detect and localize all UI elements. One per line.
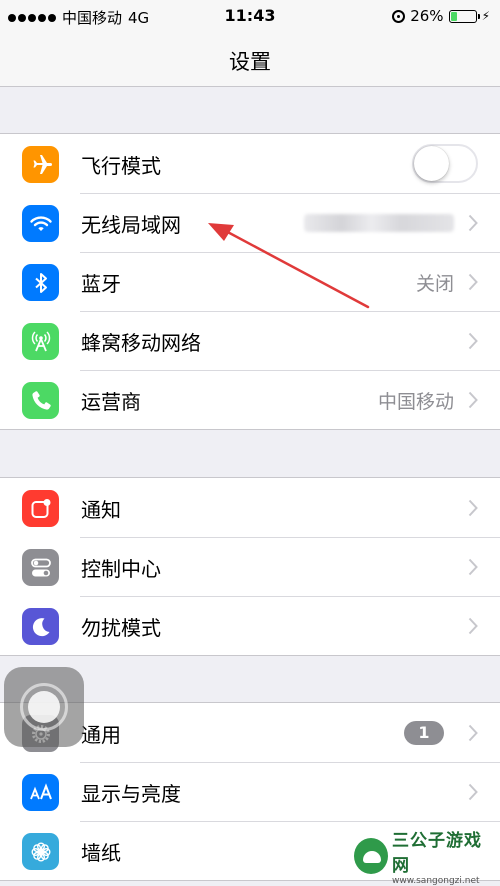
settings-row-label: 蜂窝移动网络	[81, 331, 201, 355]
toggle-knob	[414, 146, 449, 181]
site-watermark: 三公子游戏网 www.sangongzi.net	[354, 831, 494, 886]
chevron-right-icon	[468, 617, 478, 635]
settings-row-do-not-disturb[interactable]: 勿扰模式	[0, 596, 500, 655]
airplane-icon	[22, 146, 59, 183]
chevron-right-icon	[468, 783, 478, 801]
bluetooth-status-value: 关闭	[415, 273, 454, 295]
battery-level	[450, 11, 457, 21]
wallpaper-flower-icon	[22, 833, 59, 870]
chevron-right-icon	[468, 391, 478, 409]
chevron-right-icon	[468, 273, 478, 291]
settings-row-label: 显示与亮度	[81, 782, 181, 806]
chevron-right-icon	[468, 724, 478, 742]
notifications-icon	[22, 490, 59, 527]
settings-row-airplane-mode: 飞行模式	[0, 134, 500, 193]
assistive-touch-core	[28, 691, 60, 723]
battery-percent: 26%	[410, 7, 444, 25]
moon-icon	[22, 608, 59, 645]
settings-row-label: 通知	[81, 498, 121, 522]
cellular-antenna-icon	[22, 323, 59, 360]
settings-row-cellular[interactable]: 蜂窝移动网络	[0, 311, 500, 370]
settings-row-display-brightness[interactable]: 显示与亮度	[0, 762, 500, 821]
watermark-url: www.sangongzi.net	[392, 876, 480, 886]
settings-row-label: 通用	[81, 723, 121, 747]
bluetooth-icon	[22, 264, 59, 301]
assistive-touch-button[interactable]	[4, 667, 84, 747]
rotation-lock-icon	[392, 9, 406, 23]
phone-icon	[22, 382, 59, 419]
settings-row-label: 控制中心	[81, 557, 161, 581]
page-title: 设置	[229, 50, 271, 74]
chevron-right-icon	[468, 332, 478, 350]
settings-row-label: 运营商	[81, 390, 141, 414]
wifi-icon	[22, 205, 59, 242]
annotation-arrow	[208, 223, 370, 309]
navigation-bar: 设置	[0, 34, 500, 87]
settings-row-control-center[interactable]: 控制中心	[0, 537, 500, 596]
settings-row-label: 勿扰模式	[81, 616, 161, 640]
settings-row-carrier[interactable]: 运营商 中国移动	[0, 370, 500, 429]
charging-bolt-icon: ⚡	[481, 9, 490, 23]
chevron-right-icon	[468, 558, 478, 576]
chevron-right-icon	[468, 214, 478, 232]
carrier-value: 中国移动	[377, 391, 454, 413]
settings-row-label: 无线局域网	[81, 213, 181, 237]
status-right: 26% ⚡	[392, 7, 490, 25]
airplane-mode-toggle[interactable]	[412, 144, 478, 183]
display-aa-icon	[22, 774, 59, 811]
settings-row-label: 墙纸	[81, 841, 121, 865]
battery-icon	[448, 9, 480, 23]
settings-row-label: 蓝牙	[81, 272, 121, 296]
status-bar: 中国移动 4G 11:43 26% ⚡	[0, 0, 500, 34]
settings-row-notifications[interactable]: 通知	[0, 478, 500, 537]
settings-group-notifications: 通知 控制中心 勿扰模式	[0, 477, 500, 656]
watermark-text: 三公子游戏网 www.sangongzi.net	[392, 826, 494, 886]
watermark-logo-icon	[354, 838, 388, 874]
control-center-icon	[22, 549, 59, 586]
settings-row-label: 飞行模式	[81, 154, 161, 178]
update-count-badge: 1	[404, 721, 444, 745]
watermark-title: 三公子游戏网	[392, 831, 482, 876]
chevron-right-icon	[468, 499, 478, 517]
